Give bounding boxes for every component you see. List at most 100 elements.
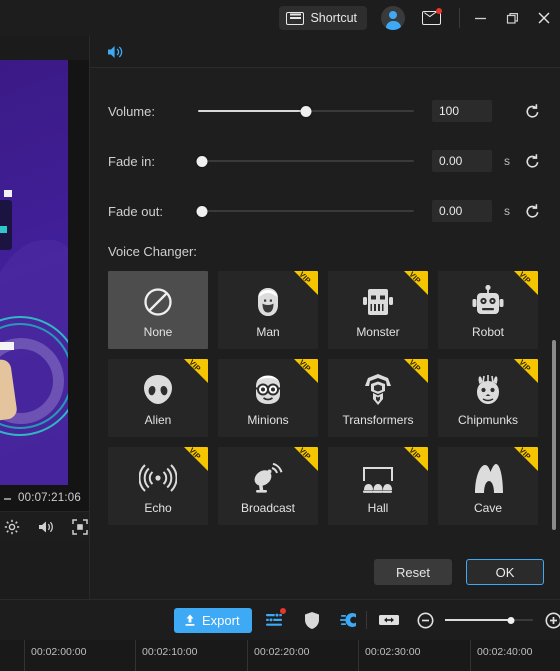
fade-out-slider[interactable]: [196, 204, 414, 218]
voice-tile-minions[interactable]: Minions VIP: [218, 359, 318, 437]
cave-mountain-icon: [470, 457, 506, 499]
zoom-slider-fill: [445, 619, 511, 621]
preview-highlight-a: [4, 190, 12, 197]
panel-body: Volume: 100 Fade in: 0.00 s Fade out: 0.…: [90, 68, 560, 599]
fade-in-label: Fade in:: [108, 153, 155, 169]
voice-tile-none[interactable]: None: [108, 271, 208, 349]
voice-tile-chipmunks[interactable]: Chipmunks VIP: [438, 359, 538, 437]
monster-face-icon: [359, 281, 397, 323]
voice-tile-hall[interactable]: Hall VIP: [328, 447, 428, 525]
volume-slider[interactable]: [198, 104, 414, 118]
voice-tile-transformers[interactable]: Transformers VIP: [328, 359, 428, 437]
voice-changer-title: Voice Changer:: [108, 244, 197, 259]
fade-in-reset-icon[interactable]: [522, 151, 542, 171]
alien-face-icon: [141, 369, 175, 411]
transformers-logo-icon: [360, 369, 396, 411]
fade-in-input[interactable]: 0.00: [432, 150, 492, 172]
minimize-button[interactable]: [464, 0, 496, 36]
robot-face-icon: [469, 281, 507, 323]
zoom-slider[interactable]: [445, 614, 533, 626]
toolbar-badge: [280, 608, 286, 614]
volume-slider-thumb[interactable]: [300, 105, 312, 117]
title-bar: Shortcut: [0, 0, 560, 36]
fade-out-slider-track: [198, 210, 414, 212]
zoom-in-icon[interactable]: [542, 609, 560, 631]
close-button[interactable]: [528, 0, 560, 36]
voice-tile-broadcast[interactable]: Broadcast VIP: [218, 447, 318, 525]
shortcut-button-label: Shortcut: [310, 11, 357, 25]
notification-badge: [436, 8, 442, 14]
preview-device-shape: [0, 200, 12, 250]
audio-properties-panel: Volume: 100 Fade in: 0.00 s Fade out: 0.…: [90, 36, 560, 599]
voice-tile-cave[interactable]: Cave VIP: [438, 447, 538, 525]
upload-icon: [185, 614, 195, 626]
reset-button[interactable]: Reset: [374, 559, 452, 585]
toolbar-icons: [263, 608, 361, 631]
volume-row: Volume: 100: [90, 94, 560, 128]
fullscreen-icon[interactable]: [70, 516, 90, 538]
fade-out-input[interactable]: 0.00: [432, 200, 492, 222]
fade-out-slider-thumb[interactable]: [196, 205, 208, 217]
toolbar-divider: [366, 611, 367, 629]
satellite-dish-icon: [250, 457, 286, 499]
timeline-tick: 00:02:40:00: [470, 640, 532, 671]
preview-panel: 00:07:21:06: [0, 36, 90, 541]
fade-out-reset-icon[interactable]: [522, 201, 542, 221]
voice-tile-man[interactable]: Man VIP: [218, 271, 318, 349]
volume-input[interactable]: 100: [432, 100, 492, 122]
chipmunk-face-icon: [471, 369, 505, 411]
voice-tile-label: Monster: [356, 325, 400, 339]
voice-changer-scrollbar[interactable]: [552, 340, 556, 530]
zoom-slider-thumb[interactable]: [507, 616, 515, 624]
minions-face-icon: [250, 369, 286, 411]
fit-timeline-icon[interactable]: [378, 609, 400, 631]
magnet-icon[interactable]: [339, 609, 361, 631]
settings-icon[interactable]: [2, 516, 22, 538]
voice-tile-monster[interactable]: Monster VIP: [328, 271, 428, 349]
voice-changer-grid: None Man VIP Monster VIP Robot VIP Alien…: [90, 271, 560, 525]
voice-tile-echo[interactable]: Echo VIP: [108, 447, 208, 525]
fade-in-slider-thumb[interactable]: [196, 155, 208, 167]
tab-audio[interactable]: [102, 40, 128, 64]
voice-tile-label: Robot: [471, 325, 505, 339]
timeline-tick: 00:02:30:00: [358, 640, 420, 671]
fade-out-unit: s: [504, 204, 510, 218]
mail-button[interactable]: [419, 6, 443, 30]
voice-tile-label: Minions: [247, 413, 289, 427]
user-avatar-icon[interactable]: [381, 6, 405, 30]
voice-tile-robot[interactable]: Robot VIP: [438, 271, 538, 349]
voice-tile-label: Cave: [473, 501, 502, 515]
voice-tile-label: None: [143, 325, 173, 339]
keyboard-icon: [286, 11, 305, 25]
voice-tile-label: Echo: [144, 501, 172, 515]
man-face-icon: [252, 281, 284, 323]
panel-actions: Reset OK: [374, 559, 544, 585]
maximize-button[interactable]: [496, 0, 528, 36]
mix-settings-icon[interactable]: [263, 608, 286, 631]
shortcut-button[interactable]: Shortcut: [279, 6, 367, 30]
preview-toolbar: [0, 36, 90, 60]
fade-out-label: Fade out:: [108, 203, 163, 219]
video-preview[interactable]: [0, 60, 68, 518]
voice-tile-label: Man: [256, 325, 280, 339]
volume-reset-icon[interactable]: [522, 101, 542, 121]
timeline-ruler[interactable]: 00:02:00:00 00:02:10:00 00:02:20:00 00:0…: [0, 640, 560, 671]
zoom-out-icon[interactable]: [414, 609, 436, 631]
voice-tile-label: Transformers: [342, 413, 414, 427]
export-button-label: Export: [202, 612, 240, 628]
panel-tab-bar: [90, 36, 560, 68]
shield-icon[interactable]: [301, 609, 323, 631]
timeline-tick: 00:02:10:00: [135, 640, 197, 671]
export-button[interactable]: Export: [174, 607, 252, 633]
speaker-icon[interactable]: [36, 516, 56, 538]
timeline-tick: 00:02:20:00: [247, 640, 309, 671]
voice-tile-alien[interactable]: Alien VIP: [108, 359, 208, 437]
fade-in-slider[interactable]: [196, 154, 414, 168]
fade-out-row: Fade out: 0.00 s: [90, 194, 560, 228]
preview-timecode-text: 00:07:21:06: [18, 492, 81, 504]
ok-button[interactable]: OK: [466, 559, 544, 585]
fade-in-slider-track: [198, 160, 414, 162]
voice-tile-label: Broadcast: [240, 501, 296, 515]
zoom-controls: [414, 609, 560, 631]
timecode-dash: [4, 498, 11, 500]
